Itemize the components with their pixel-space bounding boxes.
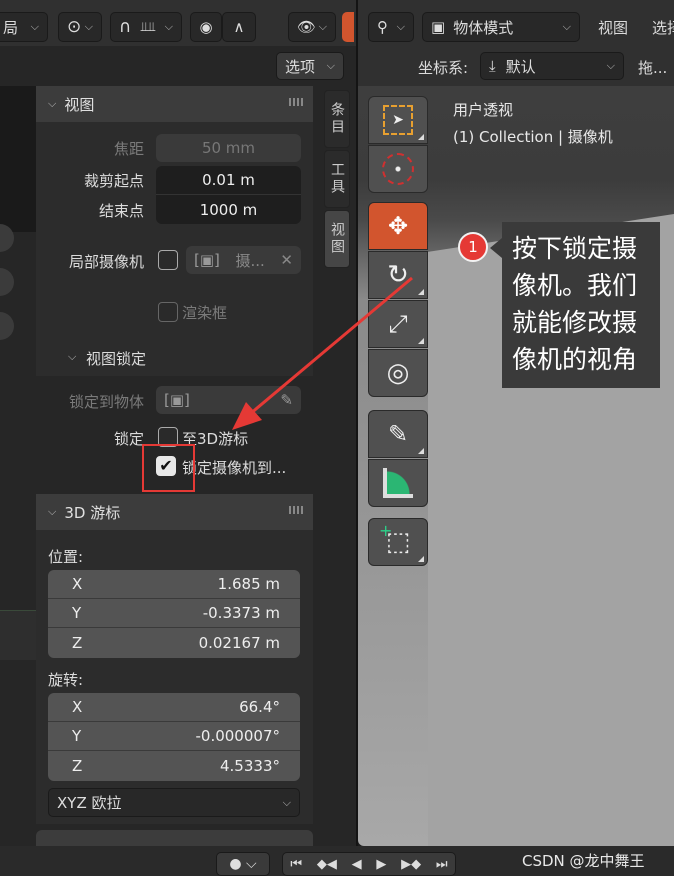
prev-keyframe-icon[interactable]: ◆◀ — [317, 857, 337, 872]
playback-controls: ⏮ ◆◀ ◀ ▶ ▶◆ ⏭ — [282, 852, 456, 876]
record-dot-icon: ● ⌵ — [229, 856, 257, 872]
jump-end-icon[interactable]: ⏭ — [436, 857, 448, 872]
play-reverse-icon[interactable]: ◀ — [352, 857, 362, 872]
play-icon[interactable]: ▶ — [376, 857, 386, 872]
annotation-arrow — [232, 276, 413, 430]
next-keyframe-icon[interactable]: ▶◆ — [401, 857, 421, 872]
watermark: CSDN @龙中舞王 — [522, 852, 645, 870]
keyframe-record-button[interactable]: ● ⌵ — [216, 852, 270, 876]
jump-start-icon[interactable]: ⏮ — [290, 857, 302, 872]
